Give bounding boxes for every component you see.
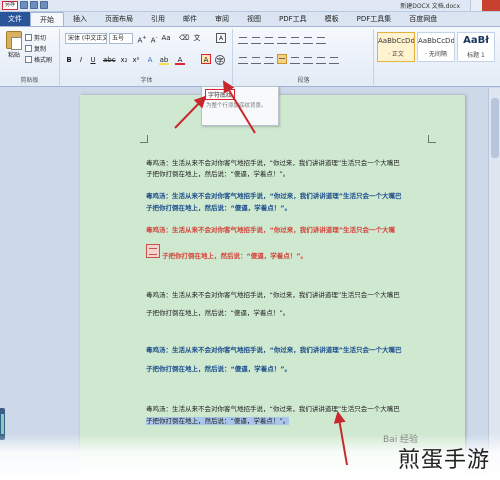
- paragraph-2-line-2[interactable]: 子把你打倒在地上，然后说：“傻逼，学着点！”。: [146, 204, 446, 212]
- site-watermark: 煎蛋手游: [397, 448, 490, 473]
- font-size-select[interactable]: 五号: [109, 33, 133, 44]
- left-margin-area: [0, 88, 80, 480]
- clipboard-group: 粘贴 剪切 复制 格式刷 剪贴板: [0, 29, 60, 85]
- bullets-icon[interactable]: [238, 34, 248, 44]
- tab-review[interactable]: 审阅: [206, 12, 238, 26]
- italic-icon[interactable]: I: [76, 55, 86, 65]
- paragraph-group-label: 段落: [297, 77, 310, 84]
- paragraph-5-line-2[interactable]: 子把你打倒在地上，然后说：“傻逼，学着点！”。: [146, 365, 446, 373]
- paragraph-4-line-1[interactable]: 毒鸡汤：生活从来不会对你客气地招手说，“你过来，我们讲讲道理”生活只会一个大嘴巴: [146, 291, 446, 299]
- paste-icon: [6, 31, 22, 50]
- paragraph-2-line-1[interactable]: 毒鸡汤：生活从来不会对你客气地招手说，“你过来，我们讲讲道理”生活只会一个大嘴巴: [146, 192, 446, 200]
- font-group: 宋体 (中文正文) 五号 A+ A- Aa ⌫ 文 A B I U abc x₂…: [61, 29, 233, 85]
- paragraph-group: 段落: [234, 29, 374, 85]
- font-group-label: 字体: [140, 77, 153, 84]
- enclose-characters-icon[interactable]: 字: [215, 55, 225, 65]
- crop-mark-top-left: [140, 135, 148, 143]
- tab-file[interactable]: 文件: [0, 12, 30, 26]
- ribbon-tabs: 文件 开始 插入 页面布局 引用 邮件 审阅 视图 PDF工具 模板 PDF工具…: [0, 12, 500, 27]
- document-page[interactable]: 毒鸡汤：生活从来不会对你客气地招手说，“你过来，我们讲讲道理”生活只会一个大嘴巴…: [80, 95, 465, 480]
- tab-home[interactable]: 开始: [30, 12, 64, 26]
- paragraph-6-line-1[interactable]: 毒鸡汤：生活从来不会对你客气地招手说，“你过来，我们讲讲道理”生活只会一个大嘴巴: [146, 405, 446, 413]
- tab-baidu-netdisk[interactable]: 百度网盘: [400, 12, 446, 26]
- paragraph-6-line-2[interactable]: 子把你打倒在地上，然后说：“傻逼，学着点！”。: [146, 417, 446, 425]
- multilevel-list-icon[interactable]: [264, 34, 274, 44]
- crop-mark-top-right: [428, 135, 436, 143]
- shrink-font-icon[interactable]: A-: [149, 33, 159, 44]
- line-spacing-icon[interactable]: [303, 54, 313, 64]
- decrease-indent-icon[interactable]: [277, 34, 287, 44]
- borders-icon[interactable]: [329, 54, 339, 64]
- highlight-icon[interactable]: ab: [159, 55, 169, 65]
- superscript-icon[interactable]: x²: [131, 55, 141, 65]
- align-center-icon[interactable]: [251, 54, 261, 64]
- selected-text[interactable]: 子把你打倒在地上，然后说：“傻逼，学着点！”。: [146, 417, 290, 425]
- paragraph-1-line-2[interactable]: 子把你打倒在地上，然后说：“傻逼，学着点！”。: [146, 170, 446, 178]
- format-painter-button[interactable]: 格式刷: [25, 54, 55, 65]
- align-right-icon[interactable]: [264, 54, 274, 64]
- cut-button[interactable]: 剪切: [25, 32, 55, 43]
- clear-formatting-icon[interactable]: ⌫: [179, 33, 189, 43]
- undo-icon[interactable]: [30, 1, 38, 9]
- distributed-icon[interactable]: [290, 54, 300, 64]
- paragraph-3-line-2[interactable]: 子把你打倒在地上，然后说：“傻逼，学着点！”。: [162, 252, 462, 260]
- tab-page-layout[interactable]: 页面布局: [96, 12, 142, 26]
- underline-icon[interactable]: U: [88, 55, 98, 65]
- vertical-scrollbar[interactable]: [488, 88, 500, 480]
- scrollbar-thumb[interactable]: [491, 98, 499, 158]
- change-case-icon[interactable]: Aa: [161, 33, 171, 43]
- subscript-icon[interactable]: x₂: [119, 55, 129, 65]
- sort-icon[interactable]: [303, 34, 313, 44]
- style-normal[interactable]: AaBbCcDd · 正文: [377, 32, 415, 62]
- copy-button[interactable]: 复制: [25, 43, 55, 54]
- font-color-icon[interactable]: A: [175, 55, 185, 65]
- shading-icon[interactable]: [316, 54, 326, 64]
- styles-group: AaBbCcDd · 正文 AaBbCcDd · 无间隔 AaBł 标题 1: [375, 29, 500, 85]
- grow-font-icon[interactable]: A+: [137, 33, 147, 44]
- paragraph-4-line-2[interactable]: 子把你打倒在地上，然后说：“傻逼，学着点！”。: [146, 309, 446, 317]
- tab-templates[interactable]: 模板: [316, 12, 348, 26]
- paragraph-1-line-1[interactable]: 毒鸡汤：生活从来不会对你客气地招手说，“你过来，我们讲讲道理”生活只会一个大嘴巴: [146, 159, 446, 167]
- increase-indent-icon[interactable]: [290, 34, 300, 44]
- tab-references[interactable]: 引用: [142, 12, 174, 26]
- tab-mailings[interactable]: 邮件: [174, 12, 206, 26]
- paste-button[interactable]: 粘贴: [4, 31, 24, 65]
- paragraph-3-line-1[interactable]: 毒鸡汤：生活从来不会对你客气地招手说，“你过来，我们讲讲道理”生活只会一个大嘴: [146, 226, 446, 234]
- close-button[interactable]: [482, 0, 500, 11]
- justify-icon[interactable]: [277, 54, 287, 64]
- text-effects-icon[interactable]: A: [145, 55, 155, 65]
- clipboard-group-label: 剪贴板: [20, 77, 39, 84]
- scissors-icon: [25, 34, 32, 41]
- numbering-icon[interactable]: [251, 34, 261, 44]
- maximize-button[interactable]: [470, 0, 482, 11]
- ribbon: 粘贴 剪切 复制 格式刷 剪贴板 宋体 (中文正文) 五号 A+ A- Aa ⌫…: [0, 27, 500, 87]
- style-no-spacing[interactable]: AaBbCcDd · 无间隔: [417, 32, 455, 62]
- tab-insert[interactable]: 插入: [64, 12, 96, 26]
- align-left-icon[interactable]: [238, 54, 248, 64]
- window-title: 新建DOCX 文档.docx: [400, 3, 460, 10]
- copy-icon: [25, 45, 32, 52]
- character-shading-tooltip: 字符底纹 为整个行添加底纹背景。: [201, 86, 279, 126]
- title-bar: 另存 新建DOCX 文档.docx: [0, 0, 500, 12]
- bold-icon[interactable]: B: [64, 55, 74, 65]
- tab-view[interactable]: 视图: [238, 12, 270, 26]
- tab-pdf-tools[interactable]: PDF工具: [270, 12, 316, 26]
- paragraph-5-line-1[interactable]: 毒鸡汤：生活从来不会对你客气地招手说，“你过来，我们讲讲道理”生活只会一个大嘴巴: [146, 346, 446, 354]
- brush-icon: [25, 56, 32, 63]
- phonetic-guide-icon[interactable]: 文: [192, 33, 202, 43]
- font-name-select[interactable]: 宋体 (中文正文): [65, 33, 107, 44]
- save-icon[interactable]: [20, 1, 28, 9]
- character-shading-icon[interactable]: A: [201, 54, 211, 64]
- tooltip-title: 字符底纹: [205, 89, 236, 100]
- style-heading-1[interactable]: AaBł 标题 1: [457, 32, 495, 62]
- show-marks-icon[interactable]: [316, 34, 326, 44]
- character-border-icon[interactable]: A: [216, 33, 226, 43]
- quick-access-toolbar: 另存: [2, 1, 48, 11]
- paste-options-icon[interactable]: [146, 244, 160, 258]
- tooltip-body: 为整个行添加底纹背景。: [206, 103, 267, 109]
- redo-icon[interactable]: [40, 1, 48, 9]
- save-as-button[interactable]: 另存: [2, 1, 18, 10]
- tab-pdf-toolset[interactable]: PDF工具集: [348, 12, 401, 26]
- strikethrough-icon[interactable]: abc: [103, 55, 116, 65]
